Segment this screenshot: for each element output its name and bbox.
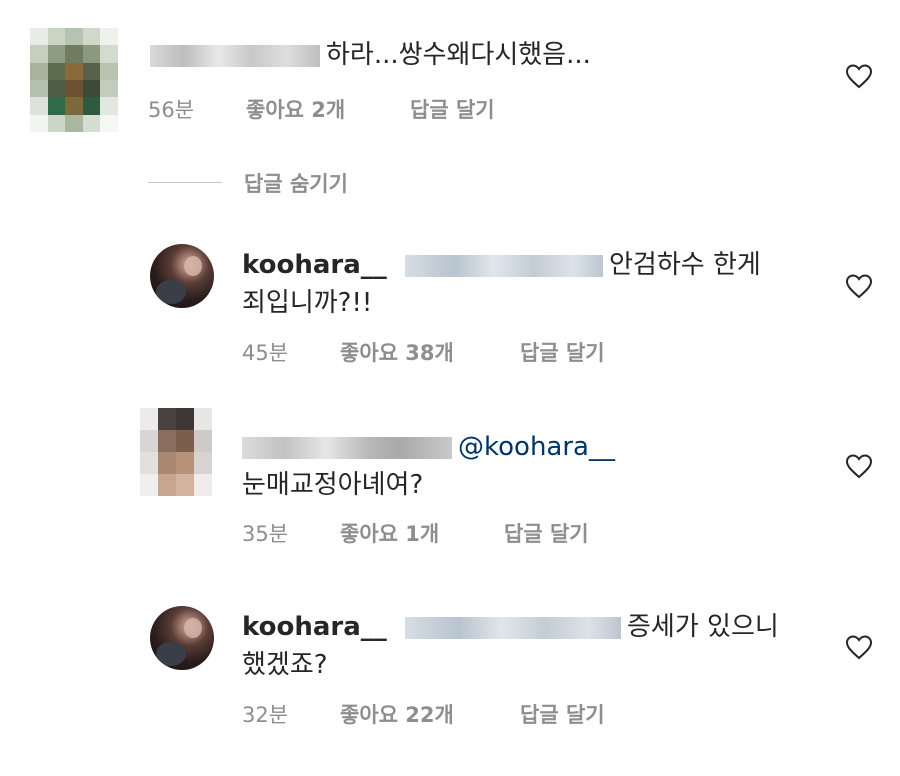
timestamp: 32분 [242, 703, 289, 727]
username-redacted[interactable] [150, 44, 320, 67]
mention-redacted[interactable] [405, 254, 604, 277]
comment-text: @koohara__ [242, 428, 615, 466]
avatar-pixelated[interactable] [140, 408, 212, 496]
comment-text-line2: 눈매교정아녜여? [242, 470, 424, 500]
likes-count[interactable]: 좋아요 2개 [246, 94, 345, 124]
comment-meta: 35분 좋아요 1개 답글 달기 [242, 518, 662, 546]
timestamp: 56분 [148, 98, 195, 122]
reply-button[interactable]: 답글 달기 [520, 337, 605, 367]
comment-meta: 45분 좋아요 38개 답글 달기 [242, 337, 662, 365]
avatar[interactable] [150, 606, 214, 670]
timestamp: 45분 [242, 341, 289, 365]
likes-count[interactable]: 좋아요 38개 [340, 337, 454, 367]
timestamp: 35분 [242, 522, 289, 546]
avatar-pixelated[interactable] [30, 28, 118, 132]
likes-count[interactable]: 좋아요 1개 [340, 518, 439, 548]
reply-button[interactable]: 답글 달기 [504, 518, 589, 548]
heart-icon[interactable] [845, 273, 873, 299]
comment-text: koohara__ 안검하수 한게 [242, 250, 761, 280]
heart-icon[interactable] [845, 453, 873, 479]
comment-text: 하라...쌍수왜다시했음... [150, 36, 591, 74]
reply-button[interactable]: 답글 달기 [410, 94, 495, 124]
comment-text: koohara__ 증세가 있으니 [242, 612, 779, 642]
username-redacted[interactable] [242, 436, 452, 459]
mention-redacted[interactable] [405, 616, 622, 639]
mention-link[interactable]: @koohara__ [458, 432, 615, 462]
heart-icon[interactable] [845, 634, 873, 660]
comment-text-line2: 죄입니까?!! [242, 288, 373, 318]
avatar[interactable] [150, 244, 214, 308]
reply-button[interactable]: 답글 달기 [520, 699, 605, 729]
divider-line [148, 182, 222, 183]
comment-text-line2: 했겠죠? [242, 650, 328, 680]
heart-icon[interactable] [845, 63, 873, 89]
comment-meta: 32분 좋아요 22개 답글 달기 [242, 699, 662, 727]
comment-meta: 56분 좋아요 2개 답글 달기 [148, 94, 548, 122]
username-link[interactable]: koohara__ [242, 250, 387, 280]
username-link[interactable]: koohara__ [242, 612, 387, 642]
likes-count[interactable]: 좋아요 22개 [340, 699, 454, 729]
